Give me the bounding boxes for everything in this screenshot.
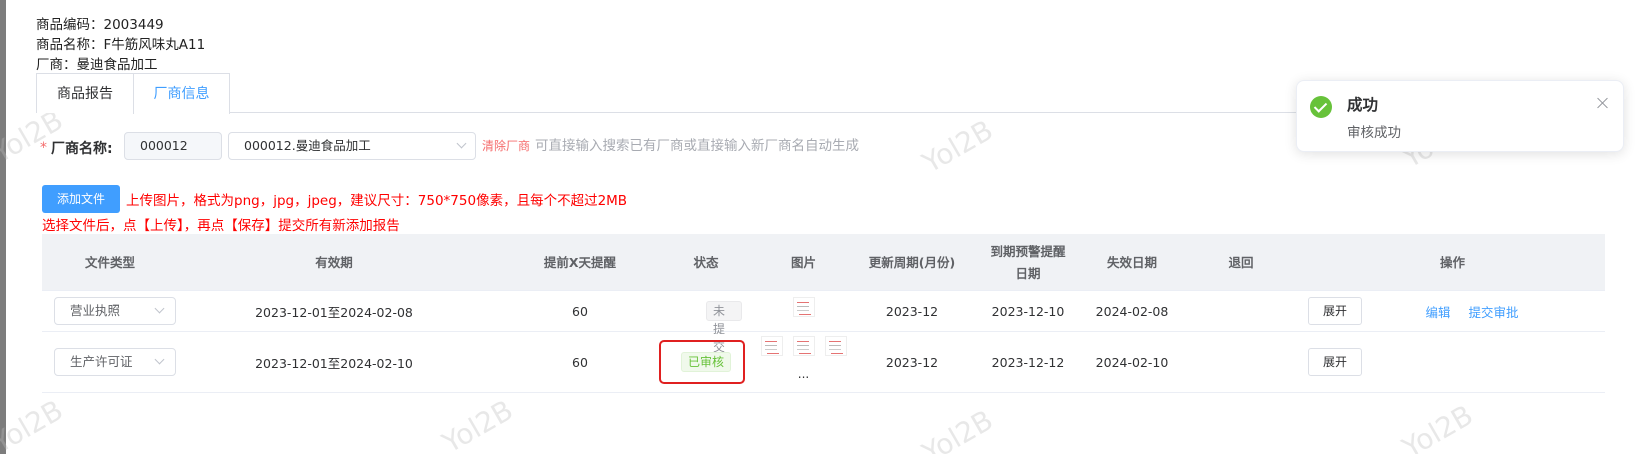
remind-days-cell: 60 <box>572 303 588 319</box>
success-toast: 成功 审核成功 <box>1296 80 1624 152</box>
validity-cell: 2023-12-01至2024-02-10 <box>255 355 413 371</box>
update-cycle-cell: 2023-12 <box>885 303 939 319</box>
file-type-cell: 营业执照 <box>42 291 190 331</box>
header-remind-days: 提前X天提醒 <box>543 254 617 270</box>
returned-cell <box>1182 332 1300 392</box>
product-name: 商品名称：F牛筋风味丸A11 <box>36 33 205 53</box>
submit-approval-link[interactable]: 提交审批 <box>1469 302 1519 321</box>
vendor-form-row: * 厂商名称: 000012 000012.曼迪食品加工 清除厂商 可直接输入搜… <box>40 132 859 162</box>
tab-vendor-info[interactable]: 厂商信息 <box>133 73 230 114</box>
warn-date-cell: 2023-12-10 <box>991 303 1065 319</box>
warn-date-cell: 2023-12-12 <box>991 354 1065 370</box>
table-row: 生产许可证 2023-12-01至2024-02-10 60 已审核 ... 2… <box>42 332 1605 393</box>
add-file-button[interactable]: 添加文件 <box>42 185 120 213</box>
validity-cell: 2023-12-01至2024-02-08 <box>255 304 413 320</box>
table-row: 营业执照 2023-12-01至2024-02-08 60 未提交 2023-1… <box>42 291 1605 354</box>
product-code-label: 商品编码： <box>36 17 104 33</box>
clear-vendor-link[interactable]: 清除厂商 <box>482 137 530 154</box>
expand-button[interactable]: 展开 <box>1308 297 1362 325</box>
highlight-box <box>659 340 745 384</box>
product-vendor-label: 厂商： <box>36 57 77 73</box>
vendor-hint: 可直接输入搜索已有厂商或直接输入新厂商名自动生成 <box>535 138 859 154</box>
vendor-name-label: 厂商名称: <box>51 141 113 157</box>
product-vendor-value: 曼迪食品加工 <box>76 57 158 73</box>
product-code-value: 2003449 <box>103 17 164 33</box>
header-images: 图片 <box>790 254 816 270</box>
vendor-select-value: 000012.曼迪食品加工 <box>244 138 371 153</box>
watermark: Yol2B <box>1396 398 1479 454</box>
upload-instruction: 选择文件后，点【上传】，再点【保存】提交所有新添加报告 <box>42 218 400 234</box>
expire-date-cell: 2024-02-10 <box>1095 354 1169 370</box>
chevron-down-icon <box>456 138 467 149</box>
header-warn-date: 到期预警提醒日期 <box>990 243 1066 281</box>
chevron-down-icon <box>154 303 165 314</box>
product-name-value: F牛筋风味丸A11 <box>103 37 206 53</box>
toast-message: 审核成功 <box>1347 125 1401 141</box>
expand-cell: 展开 <box>1308 291 1362 331</box>
remind-days-cell: 60 <box>572 354 588 370</box>
image-thumbnails <box>756 336 852 359</box>
watermark: Yol2B <box>916 403 999 454</box>
required-mark: * <box>40 140 47 156</box>
image-thumbnail[interactable] <box>792 336 815 356</box>
upload-tip: 上传图片，格式为png，jpg，jpeg，建议尺寸：750*750像素，且每个不… <box>126 193 628 209</box>
vendor-select[interactable]: 000012.曼迪食品加工 <box>228 132 476 160</box>
chevron-down-icon <box>154 354 165 365</box>
watermark: Yol2B <box>436 393 519 454</box>
toast-title: 成功 <box>1347 96 1379 114</box>
watermark: Yol2B <box>0 393 69 454</box>
edit-link[interactable]: 编辑 <box>1425 302 1450 321</box>
actions-cell: 编辑 提交审批 <box>1392 291 1552 331</box>
header-update-cycle: 更新周期(月份) <box>868 254 956 270</box>
file-type-select[interactable]: 生产许可证 <box>54 348 176 376</box>
update-cycle-cell: 2023-12 <box>885 354 939 370</box>
close-icon[interactable] <box>1597 97 1609 109</box>
returned-cell <box>1182 291 1300 331</box>
product-name-label: 商品名称： <box>36 37 104 53</box>
vendor-code-field[interactable]: 000012 <box>124 132 222 160</box>
image-thumbnail[interactable] <box>792 297 815 317</box>
table-header: 文件类型 有效期 提前X天提醒 状态 图片 更新周期(月份) 到期预警提醒日期 … <box>42 234 1605 291</box>
expand-button[interactable]: 展开 <box>1308 348 1362 376</box>
file-type-select[interactable]: 营业执照 <box>54 297 176 325</box>
header-returned: 退回 <box>1228 254 1254 270</box>
header-actions: 操作 <box>1439 254 1465 270</box>
watermark: Yol2B <box>916 113 999 180</box>
success-check-icon <box>1310 96 1332 118</box>
file-type-cell: 生产许可证 <box>42 332 190 392</box>
report-table: 文件类型 有效期 提前X天提醒 状态 图片 更新周期(月份) 到期预警提醒日期 … <box>42 234 1605 393</box>
images-cell <box>742 291 865 331</box>
header-expire-date: 失效日期 <box>1106 254 1157 270</box>
expand-cell: 展开 <box>1308 332 1362 392</box>
product-vendor: 厂商：曼迪食品加工 <box>36 53 158 73</box>
image-thumbnail[interactable] <box>760 336 783 356</box>
more-images-indicator[interactable]: ... <box>798 367 809 381</box>
image-thumbnail[interactable] <box>824 336 847 356</box>
expire-date-cell: 2024-02-08 <box>1095 303 1169 319</box>
product-code: 商品编码：2003449 <box>36 13 164 33</box>
status-cell: 未提交 <box>670 291 742 354</box>
tab-product-report[interactable]: 商品报告 <box>36 73 134 113</box>
images-cell: ... <box>742 332 865 392</box>
window-edge <box>0 0 6 454</box>
header-validity: 有效期 <box>315 254 353 270</box>
header-file-type: 文件类型 <box>84 254 135 270</box>
file-type-value: 营业执照 <box>70 303 121 318</box>
status-badge: 未提交 <box>706 301 742 354</box>
header-status: 状态 <box>693 254 719 270</box>
file-type-value: 生产许可证 <box>70 354 133 369</box>
